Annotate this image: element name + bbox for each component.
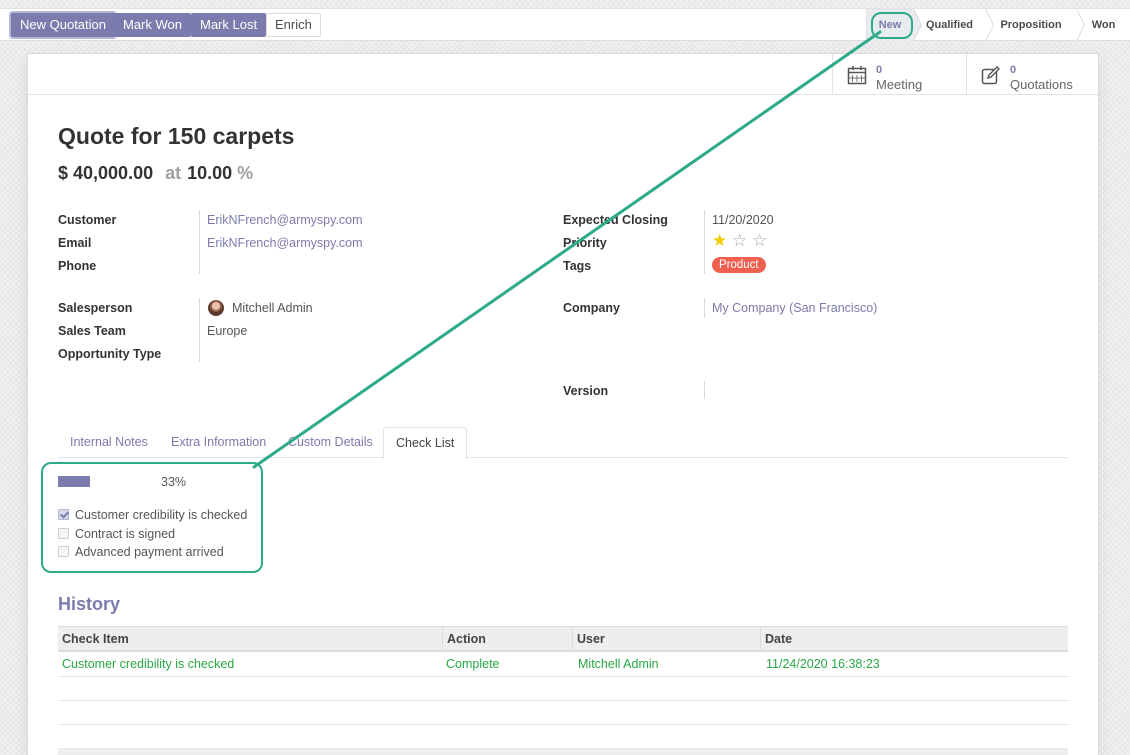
customer-label: Customer	[58, 213, 117, 227]
tab-internal-notes[interactable]: Internal Notes	[70, 427, 148, 458]
quotations-button[interactable]: 0 Quotations	[966, 54, 1098, 95]
tag-badge[interactable]: Product	[712, 257, 766, 273]
salesperson-field[interactable]: Mitchell Admin	[232, 301, 313, 315]
history-title: History	[58, 594, 121, 614]
column-action[interactable]: Action	[442, 627, 572, 651]
expected-closing-field[interactable]: 11/20/2020	[712, 213, 774, 227]
expected-closing-label: Expected Closing	[563, 213, 668, 227]
cell-user: Mitchell Admin	[578, 657, 659, 671]
priority-label: Priority	[563, 236, 607, 250]
field-divider	[704, 381, 705, 399]
cell-action: Complete	[446, 657, 500, 671]
company-field[interactable]: My Company (San Francisco)	[712, 301, 877, 315]
stage-proposition[interactable]: Proposition	[985, 9, 1085, 41]
highlight-checklist	[41, 462, 263, 573]
highlight-stage-new	[871, 12, 913, 39]
meetings-label: Meeting	[876, 77, 923, 92]
tab-check-list[interactable]: Check List	[383, 427, 468, 459]
customer-field[interactable]: ErikNFrench@armyspy.com	[207, 213, 363, 227]
mark-won-button[interactable]: Mark Won	[114, 13, 191, 37]
email-label: Email	[58, 236, 92, 250]
table-footer	[58, 749, 1068, 755]
mark-lost-button[interactable]: Mark Lost	[191, 13, 267, 37]
new-quotation-button[interactable]: New Quotation	[11, 13, 115, 37]
sales-team-field[interactable]: Europe	[207, 324, 247, 338]
control-panel: New Quotation Mark Won Mark Lost Enrich …	[0, 8, 1130, 41]
priority-star-3[interactable]: ☆	[752, 232, 767, 249]
at-label: at	[165, 163, 182, 183]
column-user[interactable]: User	[572, 627, 760, 651]
table-row[interactable]: Customer credibility is checked Complete…	[58, 653, 1068, 677]
tab-custom-details[interactable]: Custom Details	[288, 427, 373, 458]
phone-label: Phone	[58, 259, 97, 273]
meetings-count: 0	[876, 64, 883, 76]
opportunity-title[interactable]: Quote for 150 carpets	[58, 123, 294, 150]
table-row-empty	[58, 725, 1068, 749]
percent-sign: %	[237, 163, 254, 183]
quotations-count: 0	[1010, 64, 1017, 76]
table-row-empty	[58, 677, 1068, 701]
column-date[interactable]: Date	[760, 627, 1068, 651]
field-divider	[199, 298, 200, 362]
smart-button-box: 0 Meeting 0 Quotations	[28, 54, 1098, 95]
field-divider	[704, 210, 705, 274]
priority-star-2[interactable]: ☆	[732, 232, 747, 249]
tab-extra-information[interactable]: Extra Information	[171, 427, 266, 458]
opportunity-type-label: Opportunity Type	[58, 347, 162, 361]
calendar-icon	[847, 66, 867, 85]
quotations-label: Quotations	[1010, 77, 1073, 92]
cell-date: 11/24/2020 16:38:23	[766, 657, 880, 671]
probability-value[interactable]: 10.00	[187, 163, 232, 183]
enrich-button[interactable]: Enrich	[266, 13, 321, 37]
sales-team-label: Sales Team	[58, 324, 126, 338]
cell-check-item: Customer credibility is checked	[62, 657, 235, 671]
table-header: Check Item Action User Date	[58, 626, 1068, 652]
revenue-value[interactable]: $ 40,000.00	[58, 163, 153, 183]
form-sheet: 0 Meeting 0 Quotations Quote for 150 car…	[27, 53, 1099, 755]
field-divider	[199, 210, 200, 274]
company-label: Company	[563, 301, 620, 315]
field-divider	[704, 298, 705, 318]
notebook-tabs: Internal Notes Extra Information Custom …	[58, 427, 1068, 459]
salesperson-label: Salesperson	[58, 301, 133, 315]
tags-label: Tags	[563, 259, 592, 273]
table-row-empty	[58, 701, 1068, 725]
priority-star-1[interactable]: ★	[712, 232, 727, 249]
avatar	[208, 300, 224, 316]
email-field[interactable]: ErikNFrench@armyspy.com	[207, 236, 363, 250]
edit-icon	[981, 66, 1000, 85]
stage-qualified[interactable]: Qualified	[913, 9, 994, 41]
column-check-item[interactable]: Check Item	[58, 627, 442, 651]
expected-revenue: $ 40,000.00 at 10.00 %	[58, 163, 253, 184]
version-label: Version	[563, 384, 609, 398]
meetings-button[interactable]: 0 Meeting	[832, 54, 966, 95]
